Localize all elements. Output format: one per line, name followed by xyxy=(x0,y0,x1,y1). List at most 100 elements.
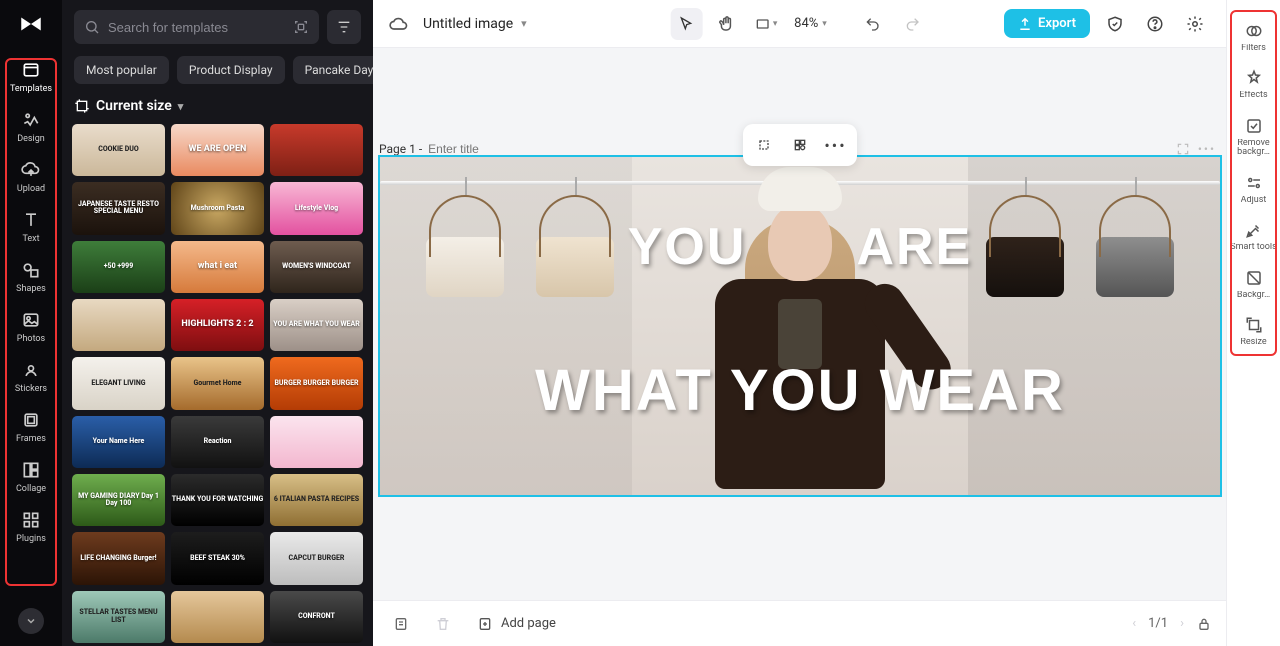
template-thumb[interactable]: WE ARE OPEN xyxy=(171,124,264,176)
selection-toolbar: ••• xyxy=(743,124,857,166)
search-input[interactable] xyxy=(108,20,285,35)
templates-grid[interactable]: COOKIE DUOWE ARE OPENJAPANESE TASTE REST… xyxy=(62,124,373,646)
design-icon xyxy=(20,109,42,131)
template-thumb[interactable]: +50 +999 xyxy=(72,241,165,293)
template-search[interactable] xyxy=(74,10,319,44)
rail-collage[interactable]: Collage xyxy=(3,452,59,502)
template-thumb[interactable] xyxy=(270,416,363,468)
chevron-down-icon: ▾ xyxy=(178,100,184,113)
scan-icon[interactable] xyxy=(293,19,309,35)
notes-icon[interactable] xyxy=(387,610,415,638)
rail-design[interactable]: Design xyxy=(3,102,59,152)
rail-text[interactable]: Text xyxy=(3,202,59,252)
template-thumb[interactable]: CAPCUT BURGER xyxy=(270,532,363,584)
rail-plugins[interactable]: Plugins xyxy=(3,502,59,552)
rail-templates[interactable]: Templates xyxy=(3,52,59,102)
template-thumb[interactable] xyxy=(270,124,363,176)
rail-stickers[interactable]: Stickers xyxy=(3,352,59,402)
template-thumb[interactable]: STELLAR TASTES MENU LIST xyxy=(72,591,165,643)
plugins-icon xyxy=(20,509,42,531)
size-filter[interactable]: Current size ▾ xyxy=(62,94,373,124)
export-button[interactable]: Export xyxy=(1004,9,1090,38)
add-page-icon xyxy=(477,616,493,632)
template-thumb[interactable]: COOKIE DUO xyxy=(72,124,165,176)
chevron-down-icon: ▾ xyxy=(521,17,527,30)
template-thumb[interactable]: what i eat xyxy=(171,241,264,293)
canvas-text-line1: YOUARE xyxy=(380,217,1220,277)
template-thumb[interactable]: JAPANESE TASTE RESTO SPECIAL MENU xyxy=(72,182,165,234)
more-tool[interactable]: ••• xyxy=(821,130,851,160)
shield-icon[interactable] xyxy=(1100,9,1130,39)
template-thumb[interactable] xyxy=(171,591,264,643)
bottom-bar: Add page ‹ 1/1 › xyxy=(373,600,1226,646)
chip-most-popular[interactable]: Most popular xyxy=(74,56,169,84)
rail-photos[interactable]: Photos xyxy=(3,302,59,352)
person-illustration xyxy=(705,167,895,487)
help-icon[interactable] xyxy=(1140,9,1170,39)
prev-page: ‹ xyxy=(1132,616,1136,631)
template-thumb[interactable]: LIFE CHANGING Burger! xyxy=(72,532,165,584)
export-icon xyxy=(1018,17,1032,31)
editor-area: Untitled image ▾ ▾ 84%▾ Export xyxy=(373,0,1226,646)
redo-button[interactable] xyxy=(897,8,929,40)
rr-adjust[interactable]: Adjust xyxy=(1229,166,1279,213)
left-rail: TemplatesDesignUploadTextShapesPhotosSti… xyxy=(0,0,62,646)
expand-rail-button[interactable] xyxy=(18,608,44,634)
lock-icon[interactable] xyxy=(1196,616,1212,632)
template-thumb[interactable]: Mushroom Pasta xyxy=(171,182,264,234)
template-thumb[interactable]: THANK YOU FOR WATCHING xyxy=(171,474,264,526)
rail-upload[interactable]: Upload xyxy=(3,152,59,202)
template-thumb[interactable]: CONFRONT xyxy=(270,591,363,643)
page-menu-icon[interactable]: ••• xyxy=(1198,142,1216,156)
page-label: Page 1 - xyxy=(379,142,422,156)
cloud-sync-icon[interactable] xyxy=(389,14,409,34)
filter-icon xyxy=(336,19,352,35)
add-page-button[interactable]: Add page xyxy=(477,616,556,632)
template-thumb[interactable]: Reaction xyxy=(171,416,264,468)
undo-button[interactable] xyxy=(857,8,889,40)
page-title-input[interactable] xyxy=(428,142,518,156)
expand-page-icon[interactable] xyxy=(1176,142,1190,156)
rr-backgr-[interactable]: Backgr… xyxy=(1229,261,1279,308)
canvas[interactable]: YOUARE WHAT YOU WEAR xyxy=(379,156,1221,496)
text-icon xyxy=(20,209,42,231)
rr-filters[interactable]: Filters xyxy=(1229,14,1279,61)
templates-panel: Most popularProduct DisplayPancake Day C… xyxy=(62,0,373,646)
template-thumb[interactable]: YOU ARE WHAT YOU WEAR xyxy=(270,299,363,351)
frames-icon xyxy=(20,409,42,431)
rr-remove-backgr-[interactable]: Remove backgr… xyxy=(1229,109,1279,166)
template-thumb[interactable]: BEEF STEAK 30% xyxy=(171,532,264,584)
template-thumb[interactable]: WOMEN'S WINDCOAT xyxy=(270,241,363,293)
template-thumb[interactable]: MY GAMING DIARY Day 1 Day 100 xyxy=(72,474,165,526)
settings-icon[interactable] xyxy=(1180,9,1210,39)
canvas-size-tool[interactable]: ▾ xyxy=(750,8,782,40)
template-thumb[interactable]: Your Name Here xyxy=(72,416,165,468)
rail-shapes[interactable]: Shapes xyxy=(3,252,59,302)
page-indicator: 1/1 xyxy=(1148,616,1168,631)
chip-product-display[interactable]: Product Display xyxy=(177,56,285,84)
ai-tool[interactable] xyxy=(785,130,815,160)
collage-icon xyxy=(20,459,42,481)
template-thumb[interactable]: HIGHLIGHTS 2 : 2 xyxy=(171,299,264,351)
zoom-level[interactable]: 84%▾ xyxy=(790,16,831,31)
hand-tool[interactable] xyxy=(710,8,742,40)
template-thumb[interactable]: BURGER BURGER BURGER xyxy=(270,357,363,409)
stickers-icon xyxy=(20,359,42,381)
template-thumb[interactable] xyxy=(72,299,165,351)
select-tool[interactable] xyxy=(670,8,702,40)
rr-resize[interactable]: Resize xyxy=(1229,308,1279,355)
template-thumb[interactable]: ELEGANT LIVING xyxy=(72,357,165,409)
app-logo[interactable] xyxy=(17,10,45,38)
template-thumb[interactable]: 6 ITALIAN PASTA RECIPES xyxy=(270,474,363,526)
filter-button[interactable] xyxy=(327,10,361,44)
canvas-viewport[interactable]: Page 1 - ••• ••• xyxy=(373,48,1226,600)
chip-pancake-day[interactable]: Pancake Day xyxy=(293,56,386,84)
rr-smart-tools[interactable]: Smart tools xyxy=(1229,213,1279,260)
canvas-text-line2: WHAT YOU WEAR xyxy=(380,357,1220,424)
rail-frames[interactable]: Frames xyxy=(3,402,59,452)
template-thumb[interactable]: Gourmet Home xyxy=(171,357,264,409)
crop-tool[interactable] xyxy=(749,130,779,160)
document-title[interactable]: Untitled image ▾ xyxy=(423,16,527,32)
rr-effects[interactable]: Effects xyxy=(1229,61,1279,108)
template-thumb[interactable]: Lifestyle Vlog xyxy=(270,182,363,234)
